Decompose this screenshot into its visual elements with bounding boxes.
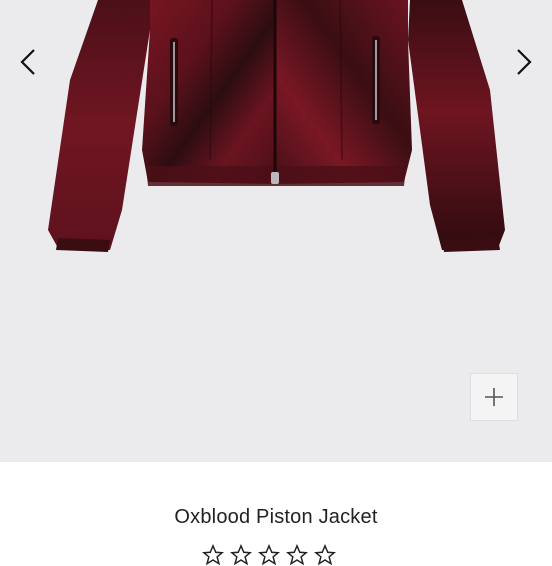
next-image-button[interactable] — [504, 40, 544, 84]
zoom-button[interactable] — [470, 373, 518, 421]
plus-icon — [485, 388, 503, 406]
chevron-left-icon — [20, 49, 35, 75]
star-icon — [230, 544, 252, 566]
star-icon — [258, 544, 280, 566]
product-info: Oxblood Piston Jacket — [0, 462, 552, 566]
star-icon — [314, 544, 336, 566]
previous-image-button[interactable] — [8, 40, 48, 84]
product-image-gallery[interactable] — [0, 0, 552, 462]
star-icon — [286, 544, 308, 566]
rating-stars[interactable] — [0, 544, 552, 566]
star-icon — [202, 544, 224, 566]
product-title: Oxblood Piston Jacket — [174, 506, 378, 528]
chevron-right-icon — [517, 49, 532, 75]
